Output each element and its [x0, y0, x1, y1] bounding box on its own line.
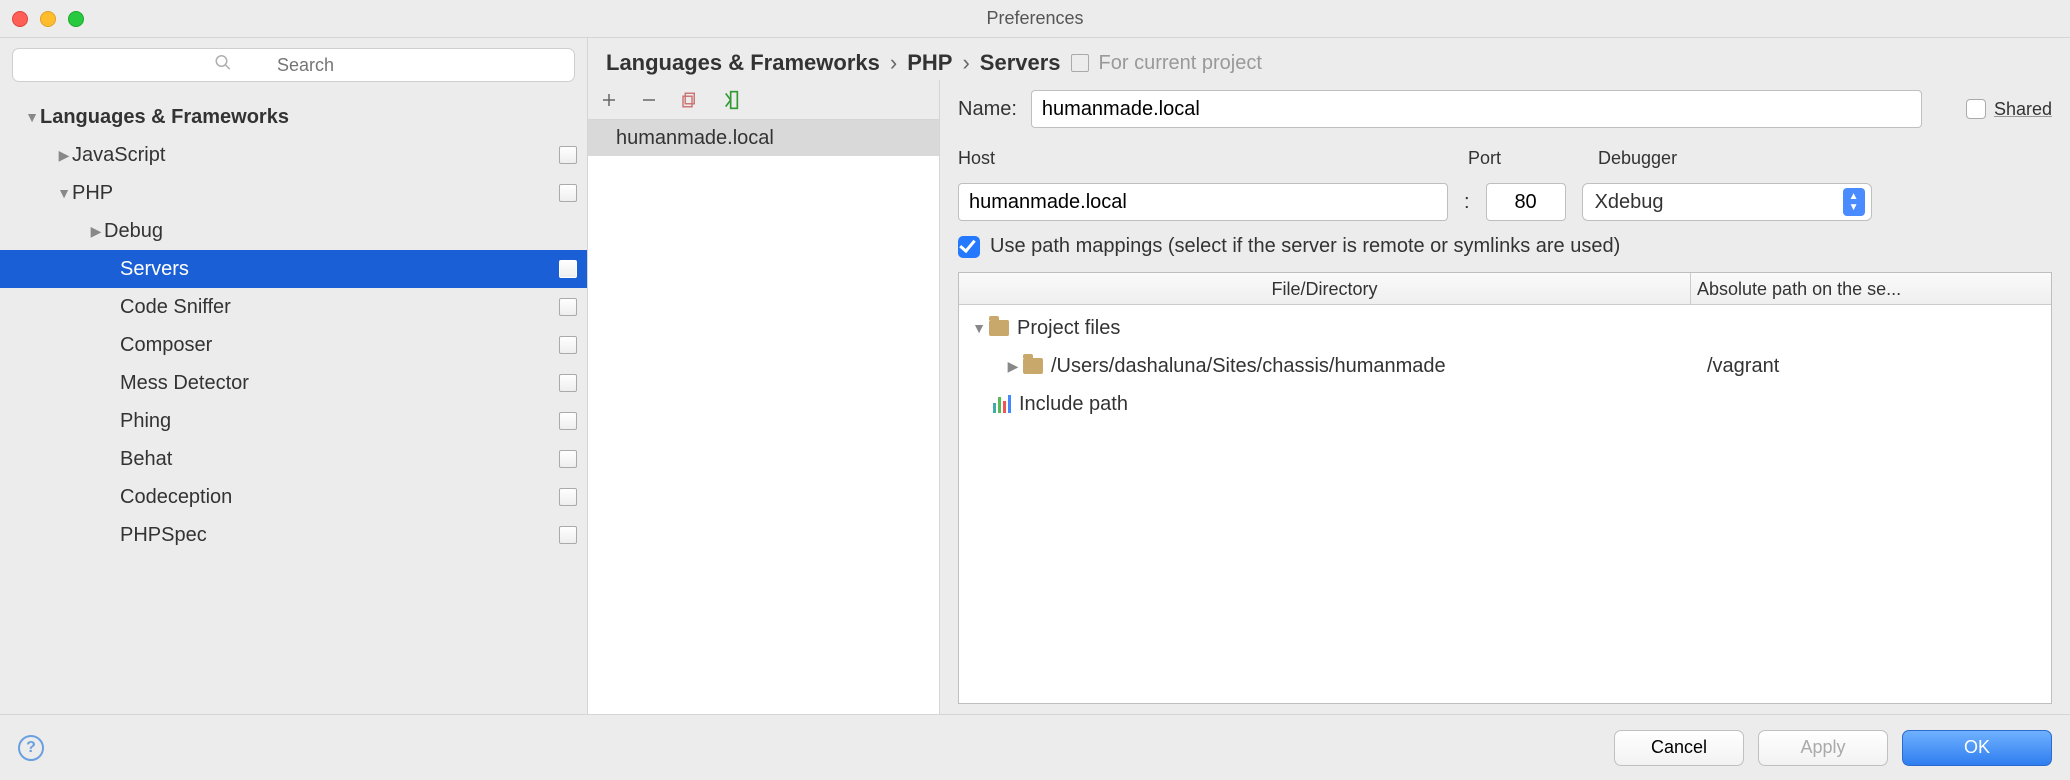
- chevron-down-icon: ▼: [969, 320, 989, 336]
- settings-tree: ▼ Languages & Frameworks ▶ JavaScript ▼ …: [0, 92, 587, 714]
- debugger-label: Debugger: [1598, 148, 2052, 169]
- mapping-tree-row[interactable]: ▶ /Users/dashaluna/Sites/chassis/humanma…: [959, 347, 2051, 385]
- tree-item-javascript[interactable]: ▶ JavaScript: [0, 136, 587, 174]
- chevron-right-icon: ▶: [56, 147, 72, 164]
- server-name-input[interactable]: [1031, 90, 1922, 128]
- breadcrumb-servers: Servers: [980, 50, 1061, 76]
- tree-item-code-sniffer[interactable]: Code Sniffer: [0, 288, 587, 326]
- mapping-include-path[interactable]: Include path: [959, 385, 2051, 423]
- titlebar: Preferences: [0, 0, 2070, 38]
- scope-icon: [559, 184, 577, 202]
- scope-icon: [559, 412, 577, 430]
- column-file-directory[interactable]: File/Directory: [959, 273, 1691, 304]
- host-label: Host: [958, 148, 1448, 169]
- tree-item-mess-detector[interactable]: Mess Detector: [0, 364, 587, 402]
- path-mappings-checkbox[interactable]: [958, 236, 980, 258]
- mapping-absolute-path[interactable]: /vagrant: [1701, 355, 2051, 378]
- scope-icon: [559, 526, 577, 544]
- breadcrumb-hint: For current project: [1099, 52, 1262, 75]
- ok-button[interactable]: OK: [1902, 730, 2052, 766]
- host-input[interactable]: [958, 183, 1448, 221]
- debugger-select[interactable]: Xdebug ▲▼: [1582, 183, 1872, 221]
- mapping-local-path: /Users/dashaluna/Sites/chassis/humanmade: [1051, 355, 1446, 378]
- remove-server-button[interactable]: [638, 89, 660, 111]
- cancel-button[interactable]: Cancel: [1614, 730, 1744, 766]
- tree-item-codeception[interactable]: Codeception: [0, 478, 587, 516]
- tree-item-servers[interactable]: Servers: [0, 250, 587, 288]
- tree-item-composer[interactable]: Composer: [0, 326, 587, 364]
- mapping-root-label: Project files: [1017, 317, 1120, 340]
- port-label: Port: [1468, 148, 1578, 169]
- server-detail-pane: Name: Shared Host Port Debugger: [940, 80, 2070, 714]
- column-absolute-path[interactable]: Absolute path on the se...: [1691, 273, 2051, 304]
- scope-icon: [559, 146, 577, 164]
- tree-item-debug[interactable]: ▶ Debug: [0, 212, 587, 250]
- tree-item-phpspec[interactable]: PHPSpec: [0, 516, 587, 554]
- name-label: Name:: [958, 98, 1017, 121]
- chevron-down-icon: ▼: [24, 109, 40, 125]
- chevron-right-icon: ▶: [88, 223, 104, 240]
- colon-separator: :: [1464, 191, 1470, 214]
- shared-label: Shared: [1994, 99, 2052, 120]
- apply-button[interactable]: Apply: [1758, 730, 1888, 766]
- scope-icon: [559, 488, 577, 506]
- breadcrumb: Languages & Frameworks › PHP › Servers F…: [588, 38, 2070, 80]
- server-list-item[interactable]: humanmade.local: [588, 120, 939, 156]
- scope-icon: [559, 336, 577, 354]
- server-item-label: humanmade.local: [616, 127, 774, 150]
- server-toolbar: [588, 80, 939, 120]
- sidebar: ▼ Languages & Frameworks ▶ JavaScript ▼ …: [0, 38, 588, 714]
- debugger-value: Xdebug: [1595, 191, 1664, 214]
- chevron-down-icon: ▼: [56, 185, 72, 201]
- mapping-tree-root[interactable]: ▼ Project files: [959, 309, 2051, 347]
- search-input[interactable]: [12, 48, 575, 82]
- tree-item-languages-frameworks[interactable]: ▼ Languages & Frameworks: [0, 98, 587, 136]
- select-caret-icon: ▲▼: [1843, 188, 1865, 216]
- import-server-button[interactable]: [718, 89, 740, 111]
- tree-item-php[interactable]: ▼ PHP: [0, 174, 587, 212]
- tree-item-phing[interactable]: Phing: [0, 402, 587, 440]
- scope-icon: [559, 298, 577, 316]
- scope-icon: [1071, 54, 1089, 72]
- minimize-window-button[interactable]: [40, 11, 56, 27]
- chevron-right-icon: ›: [890, 50, 897, 76]
- add-server-button[interactable]: [598, 89, 620, 111]
- path-mapping-table: File/Directory Absolute path on the se..…: [958, 272, 2052, 704]
- path-mappings-label: Use path mappings (select if the server …: [990, 235, 1620, 258]
- maximize-window-button[interactable]: [68, 11, 84, 27]
- chevron-right-icon: ▶: [1003, 358, 1023, 375]
- chevron-right-icon: ›: [962, 50, 969, 76]
- help-button[interactable]: ?: [18, 735, 44, 761]
- mapping-include-label: Include path: [1019, 393, 1128, 416]
- copy-server-button[interactable]: [678, 89, 700, 111]
- include-path-icon: [993, 395, 1011, 413]
- scope-icon: [559, 260, 577, 278]
- folder-icon: [989, 320, 1009, 336]
- scope-icon: [559, 450, 577, 468]
- tree-item-behat[interactable]: Behat: [0, 440, 587, 478]
- window-title: Preferences: [986, 8, 1083, 29]
- breadcrumb-languages: Languages & Frameworks: [606, 50, 880, 76]
- scope-icon: [559, 374, 577, 392]
- port-input[interactable]: [1486, 183, 1566, 221]
- folder-icon: [1023, 358, 1043, 374]
- dialog-footer: ? Cancel Apply OK: [0, 714, 2070, 780]
- close-window-button[interactable]: [12, 11, 28, 27]
- server-list-pane: humanmade.local: [588, 80, 940, 714]
- breadcrumb-php: PHP: [907, 50, 952, 76]
- shared-checkbox[interactable]: [1966, 99, 1986, 119]
